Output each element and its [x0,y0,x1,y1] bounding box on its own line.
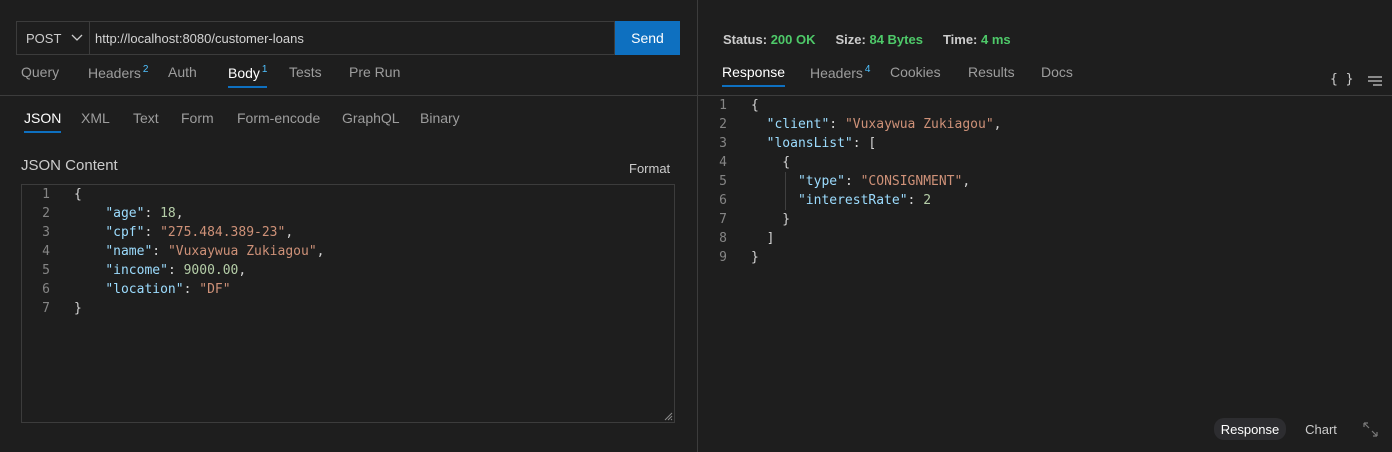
tab-auth[interactable]: Auth [168,64,197,80]
tab-headers[interactable]: Headers 2 [88,64,148,81]
status-value: 200 OK [770,32,816,47]
size-field: Size: 84 Bytes [836,32,923,47]
size-label: Size: [835,32,866,47]
tab-response[interactable]: Response [722,64,786,87]
tab-label: Form [181,110,214,126]
time-field: Time: 4 ms [943,32,1011,47]
response-body-code[interactable]: 1{ 2 "client": "Vuxaywua Zukiagou", 3 "l… [707,96,1001,267]
code-line: 3 "cpf": "275.484.389-23", [42,225,294,240]
body-tab-binary[interactable]: Binary [420,110,460,126]
code-line: 3 "loansList": [ [719,136,877,151]
tab-label: GraphQL [342,110,400,126]
status-label: Status: [723,32,768,47]
send-button[interactable]: Send [615,21,680,55]
code-line: 7} [42,301,82,316]
body-tab-form-encode[interactable]: Form-encode [237,110,320,126]
method-label: POST [26,30,62,46]
tab-label: Query [21,64,60,80]
code-line: 5 "income": 9000.00, [42,263,247,278]
time-label: Time: [942,32,978,47]
code-line: 4 { [719,155,791,170]
tab-label: JSON [24,110,62,126]
tab-label: Body [228,64,260,81]
code-line: 9} [719,250,759,265]
body-tab-xml[interactable]: XML [81,110,110,126]
braces-icon[interactable]: { } [1330,72,1353,87]
format-button[interactable]: Format [629,161,670,176]
menu-icon[interactable] [1367,74,1383,88]
body-tab-form[interactable]: Form [181,110,214,126]
time-value: 4 ms [981,32,1011,47]
tab-label: Response [722,64,786,80]
code-line: 2 "client": "Vuxaywua Zukiagou", [719,117,1002,132]
json-content-label: JSON Content [21,157,118,174]
body-tab-json[interactable]: JSON [24,110,62,133]
tab-body[interactable]: Body 1 [228,63,268,88]
tab-label: Pre Run [349,64,401,80]
tab-cookies[interactable]: Cookies [890,64,941,80]
tab-response-headers[interactable]: Headers 4 [810,64,870,81]
code-line: 6 "location": "DF" [42,282,231,297]
tab-badge: 4 [864,63,871,75]
code-line: 4 "name": "Vuxaywua Zukiagou", [42,244,325,259]
tab-label: Docs [1041,64,1073,80]
view-chart-button[interactable]: Chart [1298,418,1344,440]
view-response-button[interactable]: Response [1214,418,1286,440]
tab-label: Headers [810,64,863,81]
indent-guide [785,172,786,210]
tab-divider [0,95,697,96]
tab-badge: 2 [142,63,149,75]
tab-label: Results [968,64,1015,80]
code-line: 1{ [719,98,759,113]
tab-badge: 1 [261,63,268,75]
tab-label: Tests [289,64,322,80]
request-pane: POST http://localhost:8080/customer-loan… [0,0,697,452]
request-body-code: 1{ 2 "age": 18, 3 "cpf": "275.484.389-23… [22,185,324,318]
chevron-down-icon [71,34,83,41]
tab-label: XML [81,110,110,126]
tab-label: Auth [168,64,197,80]
tab-query[interactable]: Query [21,64,59,80]
code-line: 5 "type": "CONSIGNMENT", [719,174,971,189]
url-bar: POST http://localhost:8080/customer-loan… [16,21,680,55]
tab-label: Form-encode [237,110,321,126]
code-line: 6 "interestRate": 2 [719,193,932,208]
code-line: 7 } [719,212,791,227]
body-tab-text[interactable]: Text [133,110,159,126]
code-line: 2 "age": 18, [42,206,184,221]
tab-docs[interactable]: Docs [1041,64,1073,80]
status-field: Status: 200 OK [723,32,816,47]
request-body-editor[interactable]: 1{ 2 "age": 18, 3 "cpf": "275.484.389-23… [21,184,675,423]
url-input[interactable]: http://localhost:8080/customer-loans [89,21,615,55]
tab-tests[interactable]: Tests [289,64,322,80]
tab-label: Cookies [890,64,941,80]
body-tab-graphql[interactable]: GraphQL [342,110,400,126]
tab-label: Text [133,110,159,126]
tab-results[interactable]: Results [968,64,1015,80]
code-line: 8 ] [719,231,775,246]
tab-label: Binary [420,110,460,126]
resize-grip-icon[interactable] [663,411,673,421]
response-status: Status: 200 OK Size: 84 Bytes Time: 4 ms [723,32,1011,47]
code-line: 1{ [42,187,82,202]
tab-pre-run[interactable]: Pre Run [349,64,400,80]
size-value: 84 Bytes [869,32,923,47]
method-select[interactable]: POST [16,21,89,55]
tab-label: Headers [88,64,141,81]
expand-icon[interactable] [1362,421,1379,438]
